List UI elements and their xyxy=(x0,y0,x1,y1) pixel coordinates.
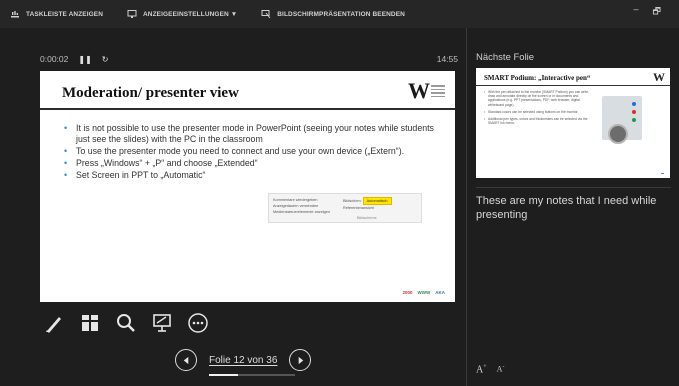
footer-logos: 2000 WWW AKA xyxy=(402,290,445,295)
decrease-font-button[interactable]: A- xyxy=(497,364,505,375)
slide-progress-fill xyxy=(209,374,238,376)
elapsed-time: 0:00:02 xyxy=(40,54,69,64)
see-all-slides-icon[interactable] xyxy=(79,312,101,334)
show-taskbar-label: TASKLEISTE ANZEIGEN xyxy=(26,10,104,18)
next-slide-bullet: With the pen attached to the monitor (SM… xyxy=(484,90,596,107)
zoom-icon[interactable] xyxy=(115,312,137,334)
inset-option: Medienssteuerelemente anzeigen xyxy=(273,210,330,214)
next-title-divider xyxy=(476,85,670,86)
logo-letter: W xyxy=(408,78,430,103)
end-slideshow-label: BILDSCHIRMPRÄSENTATION BEENDEN xyxy=(277,10,405,18)
next-slide-label: Nächste Folie xyxy=(476,52,535,63)
chevron-right-icon xyxy=(298,356,304,364)
inset-presenter-view: Referentenansicht xyxy=(343,206,374,210)
pen-color-dot xyxy=(632,102,636,106)
screen-settings-icon[interactable] xyxy=(151,312,173,334)
more-options-icon[interactable] xyxy=(187,312,209,334)
footer-logo: 2000 xyxy=(402,290,413,295)
slide-progress-bar xyxy=(209,374,295,376)
next-slide-button[interactable] xyxy=(289,349,312,371)
pen-color-dot xyxy=(632,110,636,114)
display-settings-button[interactable]: ANZEIGEEINSTELLUNGEN ▼ xyxy=(127,9,237,19)
slide-counter[interactable]: Folie 12 von 36 xyxy=(209,355,277,366)
chevron-left-icon xyxy=(183,356,188,364)
inset-options: Kommentare wiedergeben Anzeigedauern ver… xyxy=(273,197,330,215)
inset-monitor-label: Bildschirm: xyxy=(343,199,362,203)
previous-slide-button[interactable] xyxy=(175,349,197,371)
display-settings-label: ANZEIGEEINSTELLUNGEN ▼ xyxy=(143,10,238,18)
current-clock: 14:55 xyxy=(436,54,458,64)
next-slide-title: SMART Podium: „Interactive pen“ xyxy=(484,74,591,82)
footer-logo: WWW xyxy=(417,290,431,295)
notes-font-controls: A+ A- xyxy=(476,364,504,375)
next-slide-preview[interactable]: SMART Podium: „Interactive pen“ W With t… xyxy=(476,68,670,178)
increase-font-button[interactable]: A+ xyxy=(476,364,487,375)
footer-logo: AKA xyxy=(435,290,445,295)
slide-title: Moderation/ presenter view xyxy=(62,85,239,101)
window-controls: – 🗗 xyxy=(634,4,661,20)
reset-timer-icon[interactable]: ↻ xyxy=(102,55,109,64)
pause-timer-icon[interactable]: ❚❚ xyxy=(78,55,91,64)
inset-caption: Bildschirme xyxy=(357,216,377,220)
next-slide-bullets: With the pen attached to the monitor (SM… xyxy=(484,90,596,128)
restore-button[interactable]: 🗗 xyxy=(653,4,661,20)
next-slide-footer: ▬ xyxy=(661,171,664,175)
title-divider xyxy=(40,108,455,110)
next-slide-logo: W xyxy=(653,70,665,84)
logo-lines xyxy=(431,85,445,97)
show-taskbar-button[interactable]: TASKLEISTE ANZEIGEN xyxy=(10,9,103,19)
university-logo: W xyxy=(408,78,445,104)
current-slide[interactable]: Moderation/ presenter view W It is not p… xyxy=(40,71,455,302)
next-slide-bullet: Standard colors can be selected using bu… xyxy=(484,110,596,114)
minimize-button[interactable]: – xyxy=(634,4,639,20)
inset-monitor-value: Automatisch xyxy=(362,197,392,205)
end-slideshow-button[interactable]: BILDSCHIRMPRÄSENTATION BEENDEN xyxy=(261,9,405,19)
end-slideshow-icon xyxy=(261,10,271,19)
next-slide-bullet: Additional pen types, colors and thickne… xyxy=(484,117,596,125)
speaker-notes[interactable]: These are my notes that I need while pre… xyxy=(476,194,666,222)
slide-bullet: Set Screen in PPT to „Automatic“ xyxy=(64,170,439,181)
presenter-tools xyxy=(43,312,209,334)
slide-navigation: Folie 12 von 36 xyxy=(175,349,312,371)
notes-divider xyxy=(476,187,671,188)
taskbar-icon xyxy=(11,11,19,18)
timer-bar: 0:00:02 ❚❚ ↻ 14:55 xyxy=(40,52,458,66)
pen-color-dot xyxy=(632,118,636,122)
pen-tool-icon[interactable] xyxy=(43,312,65,334)
pane-divider[interactable] xyxy=(466,28,467,386)
slide-bullet: It is not possible to use the presenter … xyxy=(64,123,439,145)
presenter-toolbar: TASKLEISTE ANZEIGEN ANZEIGEEINSTELLUNGEN… xyxy=(0,0,679,28)
slide-bullet-list: It is not possible to use the presenter … xyxy=(64,123,439,182)
inset-monitor: Bildschirm: Automatisch Referentenansich… xyxy=(343,197,392,211)
smart-ink-menu-image xyxy=(608,124,628,144)
slide-bullet: To use the presenter mode you need to co… xyxy=(64,146,439,157)
display-settings-icon xyxy=(127,10,137,18)
slide-bullet: Press „Windows“ + „P“ and choose „Extend… xyxy=(64,158,439,169)
settings-screenshot: Kommentare wiedergeben Anzeigedauern ver… xyxy=(268,193,422,223)
